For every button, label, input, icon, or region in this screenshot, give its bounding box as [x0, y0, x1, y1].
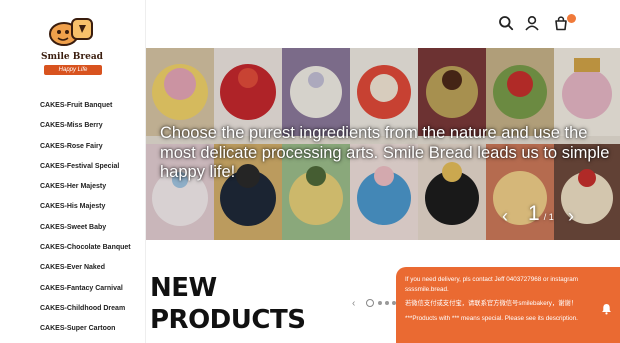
sidebar-item-ever-naked[interactable]: CAKES-Ever Naked: [40, 258, 131, 278]
slide-total: / 1: [543, 212, 554, 222]
carousel-dot-3[interactable]: [385, 301, 389, 305]
banner-headline: Choose the purest ingredients from the n…: [160, 124, 610, 181]
hero-banner: Choose the purest ingredients from the n…: [146, 48, 620, 240]
slide-counter: 1/ 1: [528, 202, 554, 226]
slide-current: 1: [528, 202, 540, 225]
notice-delivery-text: If you need delivery, pls contact Jeff 0…: [405, 276, 579, 293]
sidebar-item-festival-special[interactable]: CAKES-Festival Special: [40, 157, 131, 177]
heading-line-1: NEW: [150, 273, 217, 303]
carousel-dot-1[interactable]: [366, 299, 374, 307]
carousel-prev-icon[interactable]: ‹: [352, 298, 355, 309]
notice-special-text: ***Products with *** means special. Plea…: [405, 314, 578, 322]
category-menu: CAKES-Fruit Banquet CAKES-Miss Berry CAK…: [40, 96, 131, 340]
user-icon[interactable]: [524, 15, 540, 31]
bell-icon[interactable]: [601, 303, 612, 315]
sidebar-item-childhood-dream[interactable]: CAKES-Childhood Dream: [40, 299, 131, 319]
delivery-notice-popup: If you need delivery, pls contact Jeff 0…: [396, 267, 620, 343]
sidebar-item-sweet-baby[interactable]: CAKES-Sweet Baby: [40, 218, 131, 238]
carousel-dot-2[interactable]: [378, 301, 382, 305]
sidebar-item-his-majesty[interactable]: CAKES-His Majesty: [40, 197, 131, 217]
brand-name: Smile Bread: [41, 52, 103, 62]
sidebar-item-miss-berry[interactable]: CAKES-Miss Berry: [40, 116, 131, 136]
sidebar-item-fantacy-carnival[interactable]: CAKES-Fantacy Carnival: [40, 279, 131, 299]
brand-tagline: Happy Life: [44, 65, 102, 75]
sidebar-item-chocolate-banquet[interactable]: CAKES-Chocolate Banquet: [40, 238, 131, 258]
new-products-heading: NEW PRODUCTS: [150, 272, 306, 336]
sidebar-item-fruit-banquet[interactable]: CAKES-Fruit Banquet: [40, 96, 131, 116]
notice-payment-text: 若微信支付或支付宝，请联系官方微信号smilebakery，谢谢！: [405, 300, 578, 307]
sidebar-item-super-cartoon[interactable]: CAKES-Super Cartoon: [40, 319, 131, 339]
sidebar-item-her-majesty[interactable]: CAKES-Her Majesty: [40, 177, 131, 197]
sidebar-item-rose-fairy[interactable]: CAKES-Rose Fairy: [40, 137, 131, 157]
search-icon[interactable]: [498, 15, 514, 31]
sidebar: Smile Bread Happy Life CAKES-Fruit Banqu…: [0, 0, 146, 343]
slider-next-arrow[interactable]: ›: [568, 206, 574, 227]
brand-logo[interactable]: Smile Bread Happy Life: [40, 16, 104, 80]
heading-line-2: PRODUCTS: [150, 305, 306, 335]
cart-count-badge: [567, 14, 576, 23]
slider-prev-arrow[interactable]: ‹: [502, 206, 508, 227]
bread-mascot-icon: [49, 18, 93, 46]
